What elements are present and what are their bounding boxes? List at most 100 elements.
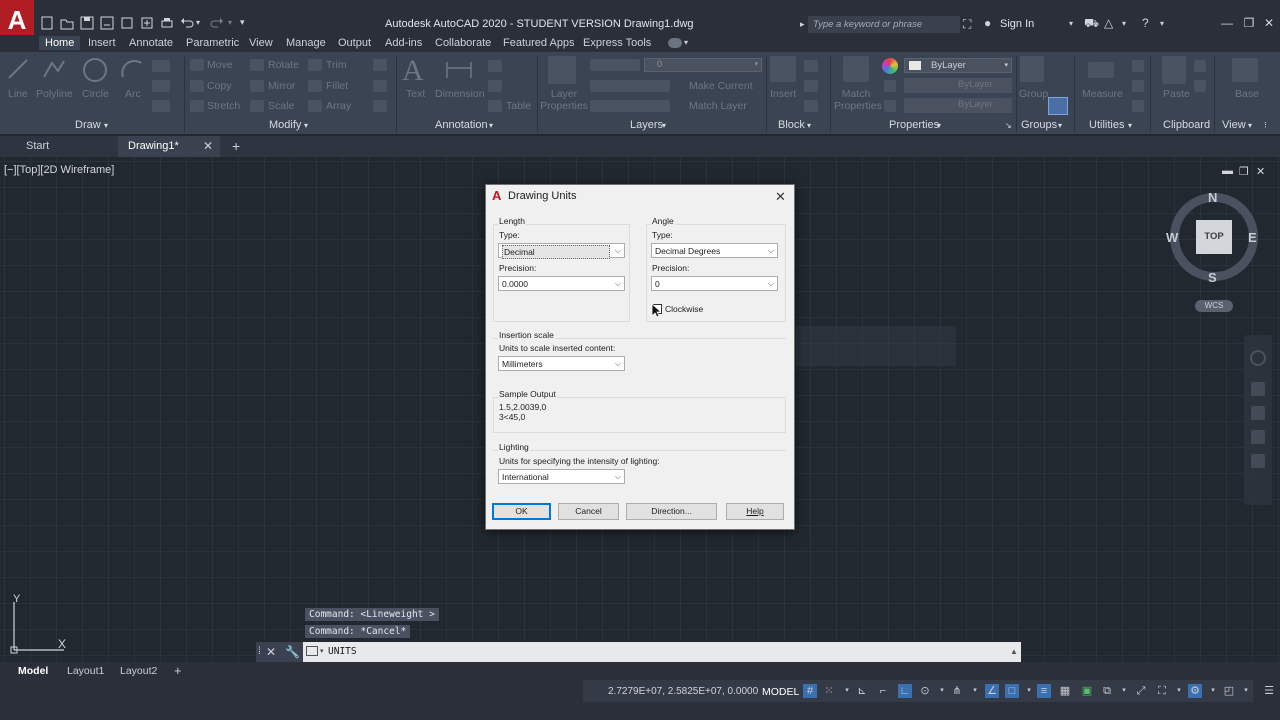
model-space-button[interactable]: MODEL <box>762 686 799 698</box>
linetype-dropdown[interactable]: ByLayer <box>904 98 1012 113</box>
direction-button[interactable]: Direction... <box>626 503 717 520</box>
showmotion-icon[interactable] <box>1251 454 1265 468</box>
save-as-icon[interactable] <box>100 16 114 32</box>
copy-icon[interactable] <box>190 80 204 92</box>
groups-panel-title[interactable]: Groups <box>1021 119 1057 131</box>
ribbon-dropdown-icon[interactable]: ▾ <box>684 38 688 47</box>
isolate-objects-icon[interactable]: ⚙ <box>1188 684 1202 698</box>
layer-tools-row2[interactable] <box>590 80 670 92</box>
open-file-icon[interactable] <box>60 16 74 32</box>
length-precision-select[interactable]: 0.0000 ⌵ <box>498 276 625 291</box>
draw-panel-title[interactable]: Draw <box>75 119 101 131</box>
insert-block-tool[interactable]: Insert <box>770 88 796 100</box>
utilities-icon-3[interactable] <box>1132 100 1144 112</box>
block-panel-expand-icon[interactable]: ▾ <box>807 121 811 130</box>
compass-west[interactable]: W <box>1166 230 1178 245</box>
make-current-tool[interactable]: Make Current <box>689 80 753 92</box>
recent-commands-dropdown-icon[interactable]: ▾ <box>320 647 324 655</box>
close-command-line-icon[interactable]: ✕ <box>266 645 276 659</box>
coordinates-readout[interactable]: 2.7279E+07, 2.5825E+07, 0.0000 <box>608 686 758 697</box>
plot-icon[interactable] <box>160 16 174 32</box>
layer-properties-icon[interactable] <box>548 56 576 84</box>
autodesk-app-store-icon[interactable]: ⛟ <box>1084 16 1099 32</box>
annotation-panel-expand-icon[interactable]: ▾ <box>489 121 493 130</box>
angle-precision-select[interactable]: 0 ⌵ <box>651 276 778 291</box>
view-panel-expand-icon[interactable]: ▾ <box>1248 121 1252 130</box>
match-properties-icon[interactable] <box>843 56 869 82</box>
dimension-tool-icon[interactable] <box>444 58 474 82</box>
sign-in-button[interactable]: Sign In <box>1000 18 1034 30</box>
tab-add-ins[interactable]: Add-ins <box>385 37 422 49</box>
tab-parametric[interactable]: Parametric <box>186 37 239 49</box>
paste-icon[interactable] <box>1162 56 1186 84</box>
polar-tracking-icon[interactable]: ⊙ <box>918 684 932 698</box>
clipboard-panel-title[interactable]: Clipboard <box>1163 119 1210 131</box>
fillet-icon[interactable] <box>308 80 322 92</box>
rotate-icon[interactable] <box>250 59 264 71</box>
arc-tool-label[interactable]: Arc <box>125 88 141 100</box>
compass-east[interactable]: E <box>1248 230 1257 245</box>
layer-state-icons[interactable] <box>590 59 640 71</box>
circle-tool-icon[interactable] <box>82 57 108 83</box>
edit-attributes-icon[interactable] <box>804 100 818 112</box>
restore-icon[interactable]: ❐ <box>1242 16 1256 30</box>
rectangle-tool-icon[interactable] <box>152 60 170 72</box>
arc-tool-icon[interactable] <box>120 57 144 81</box>
snap-dropdown-icon[interactable]: ▾ <box>840 684 854 698</box>
selection-cycling-icon[interactable]: ▣ <box>1080 684 1094 698</box>
hatch-tool-icon[interactable] <box>152 80 170 92</box>
open-web-icon[interactable] <box>120 16 134 32</box>
wcs-menu[interactable]: WCS <box>1195 300 1233 312</box>
block-panel-title[interactable]: Block <box>778 119 805 131</box>
array-icon[interactable] <box>308 100 322 112</box>
lineweight-icon[interactable] <box>884 80 896 92</box>
circle-tool-label[interactable]: Circle <box>82 88 109 100</box>
tab-annotate[interactable]: Annotate <box>129 37 173 49</box>
viewport-minimize-icon[interactable]: ▬ <box>1222 165 1233 177</box>
tab-start[interactable]: Start <box>16 136 114 157</box>
tab-insert[interactable]: Insert <box>88 37 116 49</box>
command-prompt-icon[interactable] <box>306 646 318 656</box>
new-layout-button[interactable]: + <box>174 663 182 678</box>
ortho-icon[interactable]: ∟ <box>898 684 912 698</box>
redo-icon[interactable] <box>210 16 224 32</box>
stretch-icon[interactable] <box>190 100 204 112</box>
offset-icon[interactable] <box>373 100 387 112</box>
stay-connected-dropdown-icon[interactable]: ▾ <box>1122 19 1126 28</box>
modify-panel-expand-icon[interactable]: ▾ <box>304 121 308 130</box>
user-icon[interactable]: ● <box>984 16 991 30</box>
properties-panel-expand-icon[interactable]: ▾ <box>937 121 941 130</box>
viewport-controls-label[interactable]: [−][Top][2D Wireframe] <box>4 164 114 176</box>
trim-tool[interactable]: Trim <box>326 59 347 71</box>
array-tool[interactable]: Array <box>326 100 351 112</box>
customize-wrench-icon[interactable]: 🔧 <box>285 645 300 659</box>
cut-icon[interactable] <box>1194 60 1206 72</box>
workspace-switch-icon[interactable]: ⛶ <box>1155 684 1169 698</box>
command-line-input[interactable] <box>303 642 1021 662</box>
draw-panel-expand-icon[interactable]: ▾ <box>104 121 108 130</box>
search-expand-icon[interactable]: ▸ <box>800 19 805 30</box>
command-history-toggle-icon[interactable]: ▲ <box>1010 647 1018 656</box>
measure-tool[interactable]: Measure <box>1082 88 1123 100</box>
zoom-extents-icon[interactable] <box>1251 406 1265 420</box>
insertion-units-select[interactable]: Millimeters ⌵ <box>498 356 625 371</box>
properties-panel-title[interactable]: Properties <box>889 119 939 131</box>
ribbon-more-icon[interactable]: ⁝ <box>1264 120 1267 131</box>
explode-icon[interactable] <box>373 80 387 92</box>
utilities-panel-expand-icon[interactable]: ▾ <box>1128 121 1132 130</box>
text-tool-icon[interactable]: A <box>402 54 424 88</box>
table-tool[interactable]: Table <box>506 100 531 112</box>
sign-in-dropdown-icon[interactable]: ▾ <box>1069 19 1073 28</box>
save-web-icon[interactable] <box>140 16 154 32</box>
layer-dropdown[interactable]: 0 ▾ <box>644 58 762 72</box>
fillet-tool[interactable]: Fillet <box>326 80 348 92</box>
clockwise-label[interactable]: Clockwise <box>665 304 703 314</box>
binoculars-icon[interactable]: ⛶ <box>963 17 971 32</box>
match-layer-tool[interactable]: Match Layer <box>689 100 747 112</box>
polyline-tool-label[interactable]: Polyline <box>36 88 73 100</box>
lineweight-dropdown[interactable]: ByLayer <box>904 78 1012 93</box>
help-dropdown-icon[interactable]: ▾ <box>1160 19 1164 28</box>
tab-express-tools[interactable]: Express Tools <box>583 37 651 49</box>
command-line-text[interactable]: UNITS <box>328 646 357 657</box>
undo-dropdown-icon[interactable]: ▾ <box>196 18 200 34</box>
